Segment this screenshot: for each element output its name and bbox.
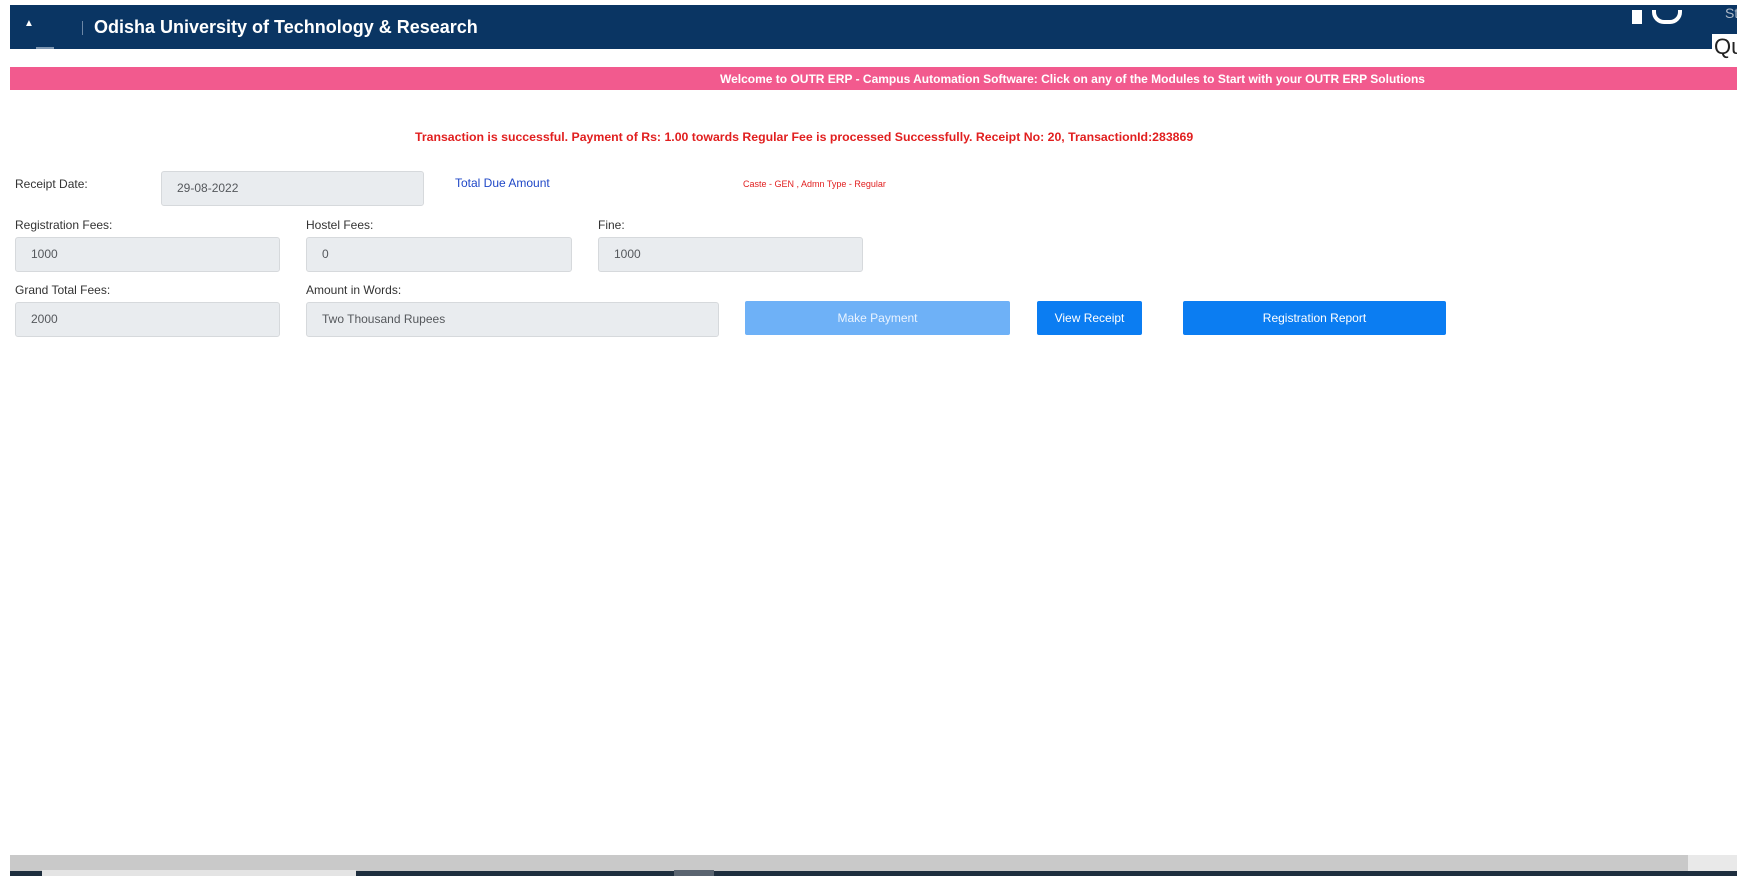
hostel-fees-label: Hostel Fees: <box>306 218 374 232</box>
total-due-amount-link[interactable]: Total Due Amount <box>455 176 550 190</box>
welcome-banner: Welcome to OUTR ERP - Campus Automation … <box>10 67 1737 90</box>
header-underline <box>36 47 54 49</box>
fine-field: 1000 <box>598 237 863 272</box>
registration-fees-field: 1000 <box>15 237 280 272</box>
taskbar-item[interactable] <box>42 870 356 876</box>
hostel-fees-field: 0 <box>306 237 572 272</box>
header-logo-icon <box>1632 10 1692 24</box>
header-separator <box>82 21 83 35</box>
grand-total-label: Grand Total Fees: <box>15 283 111 297</box>
top-header: ▲ Odisha University of Technology & Rese… <box>10 5 1737 49</box>
page: ▲ Odisha University of Technology & Rese… <box>0 0 1737 876</box>
header-right-text: St <box>1725 5 1737 21</box>
grand-total-field: 2000 <box>15 302 280 337</box>
amount-in-words-field: Two Thousand Rupees <box>306 302 719 337</box>
registration-fees-label: Registration Fees: <box>15 218 113 232</box>
header-user-text: Qu <box>1712 34 1737 60</box>
view-receipt-button[interactable]: View Receipt <box>1037 301 1142 335</box>
registration-report-button[interactable]: Registration Report <box>1183 301 1446 335</box>
fine-label: Fine: <box>598 218 625 232</box>
amount-in-words-label: Amount in Words: <box>306 283 402 297</box>
receipt-date-label: Receipt Date: <box>15 177 88 191</box>
make-payment-button[interactable]: Make Payment <box>745 301 1010 335</box>
transaction-success-message: Transaction is successful. Payment of Rs… <box>415 130 1194 144</box>
receipt-date-field: 29-08-2022 <box>161 171 424 206</box>
caste-admission-type: Caste - GEN , Admn Type - Regular <box>743 179 886 189</box>
taskbar-item[interactable] <box>674 870 714 876</box>
menu-icon[interactable]: ▲ <box>24 19 36 29</box>
university-title: Odisha University of Technology & Resear… <box>94 17 478 37</box>
welcome-text: Welcome to OUTR ERP - Campus Automation … <box>720 72 1425 86</box>
